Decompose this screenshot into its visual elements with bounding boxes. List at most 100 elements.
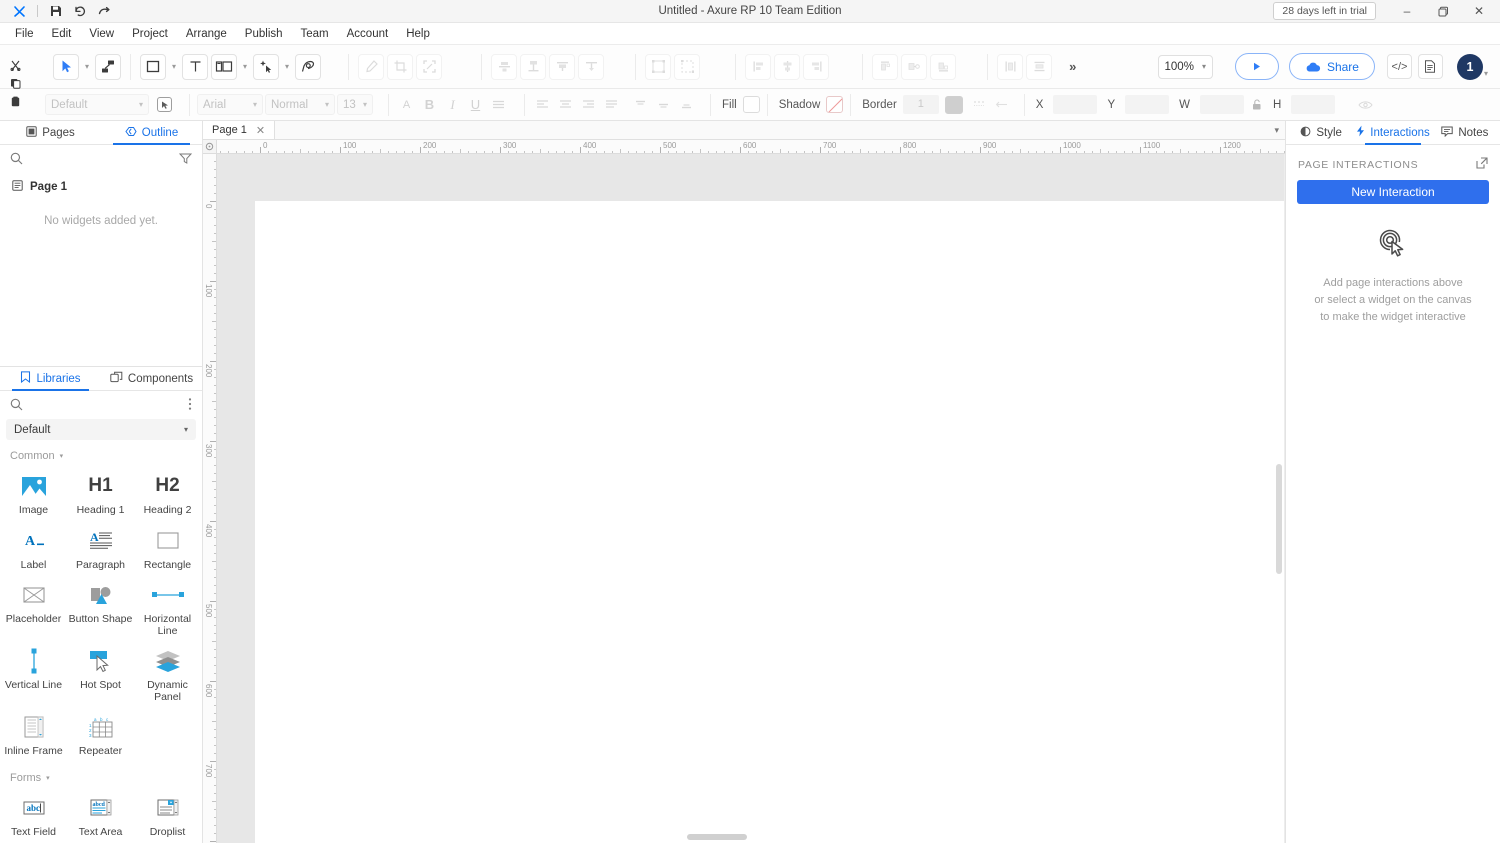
redo-icon[interactable] — [93, 2, 115, 21]
widget-paragraph[interactable]: A Paragraph — [67, 521, 134, 576]
frame-tool-caret[interactable]: ▾ — [240, 62, 250, 71]
page-surface[interactable] — [255, 201, 1285, 843]
menu-arrange[interactable]: Arrange — [177, 24, 236, 44]
fill-color-swatch[interactable] — [743, 96, 760, 113]
widget-text-field[interactable]: abc Text Field — [0, 788, 67, 843]
ruler-origin-icon[interactable] — [203, 140, 217, 154]
vertical-ruler[interactable]: 0100200300400500600700800 — [203, 154, 217, 843]
text-tool[interactable] — [182, 54, 208, 80]
font-weight-select[interactable]: Normal ▾ — [265, 94, 335, 115]
library-section-forms[interactable]: Forms ▾ — [0, 768, 202, 786]
share-button[interactable]: Share — [1289, 53, 1375, 80]
widget-placeholder[interactable]: Placeholder — [0, 575, 67, 641]
widget-label[interactable]: A Label — [0, 521, 67, 576]
minimize-button[interactable]: – — [1390, 0, 1424, 22]
widget-image[interactable]: Image — [0, 466, 67, 521]
widget-heading2[interactable]: H2 Heading 2 — [134, 466, 201, 521]
font-size-select[interactable]: 13 ▾ — [337, 94, 373, 115]
tab-pages[interactable]: Pages — [0, 121, 101, 144]
font-family-select[interactable]: Arial ▾ — [197, 94, 263, 115]
close-button[interactable]: ✕ — [1462, 0, 1496, 22]
border-width-input[interactable]: 1 — [903, 95, 939, 114]
border-color-swatch[interactable] — [945, 96, 963, 114]
horizontal-ruler[interactable]: 0100200300400500600700800900100011001200… — [217, 140, 1285, 154]
rectangle-shape-tool[interactable] — [140, 54, 166, 80]
cut-icon[interactable] — [8, 58, 22, 72]
widget-inline-frame[interactable]: Inline Frame — [0, 707, 67, 762]
select-tool[interactable] — [53, 54, 79, 80]
maximize-button[interactable] — [1426, 0, 1460, 22]
tab-libraries[interactable]: Libraries — [0, 367, 101, 390]
page-tab-page1[interactable]: Page 1 ✕ — [203, 121, 275, 139]
menu-publish[interactable]: Publish — [236, 24, 292, 44]
widget-repeater[interactable]: abc123 Repeater — [67, 707, 134, 762]
menu-file[interactable]: File — [6, 24, 43, 44]
tab-outline[interactable]: Outline — [101, 121, 202, 144]
tab-components[interactable]: Components — [101, 367, 202, 390]
y-input[interactable] — [1125, 95, 1169, 114]
menu-project[interactable]: Project — [123, 24, 177, 44]
menu-team[interactable]: Team — [292, 24, 338, 44]
frame-tool[interactable] — [211, 54, 237, 80]
h-input[interactable] — [1291, 95, 1335, 114]
widget-style-select[interactable]: Default ▾ — [45, 94, 149, 115]
w-input[interactable] — [1200, 95, 1244, 114]
connector-tool[interactable] — [95, 54, 121, 80]
tab-interactions[interactable]: Interactions — [1356, 121, 1429, 144]
tab-style[interactable]: Style — [1286, 121, 1356, 144]
inspect-code-button[interactable]: </> — [1387, 54, 1412, 79]
shape-tool-caret[interactable]: ▾ — [169, 62, 179, 71]
filter-icon[interactable] — [179, 152, 192, 165]
widget-droplist[interactable]: Droplist — [134, 788, 201, 843]
search-icon[interactable] — [10, 398, 23, 411]
library-widget-list[interactable]: Common ▾ Image H1 Heading 1 — [0, 440, 202, 843]
menu-view[interactable]: View — [80, 24, 123, 44]
close-icon[interactable]: ✕ — [256, 124, 265, 137]
undo-icon[interactable] — [69, 2, 91, 21]
shadow-swatch[interactable] — [826, 96, 843, 113]
external-link-icon[interactable] — [1476, 157, 1488, 172]
select-tool-caret[interactable]: ▾ — [82, 62, 92, 71]
ruler-minor-tick — [884, 151, 885, 153]
eye-icon[interactable] — [1355, 94, 1376, 115]
preview-button[interactable] — [1235, 53, 1279, 80]
pen-tool[interactable] — [295, 54, 321, 80]
widget-rectangle[interactable]: Rectangle — [134, 521, 201, 576]
menu-account[interactable]: Account — [338, 24, 398, 44]
more-vertical-icon[interactable] — [188, 397, 192, 411]
vertical-scrollbar-thumb[interactable] — [1276, 464, 1282, 574]
widget-heading1[interactable]: H1 Heading 1 — [67, 466, 134, 521]
outline-node-page1[interactable]: Page 1 — [0, 177, 202, 197]
library-select[interactable]: Default ▾ — [6, 419, 196, 440]
save-icon[interactable] — [45, 2, 67, 21]
widget-vertical-line[interactable]: Vertical Line — [0, 641, 67, 707]
widget-text-area[interactable]: abcd Text Area — [67, 788, 134, 843]
x-input[interactable] — [1053, 95, 1097, 114]
toolbar-overflow-button[interactable]: » — [1061, 59, 1084, 74]
search-icon[interactable] — [10, 152, 23, 165]
chevron-down-icon[interactable]: ▾ — [1274, 121, 1279, 139]
horizontal-scrollbar-thumb[interactable] — [687, 834, 747, 840]
widget-horizontal-line[interactable]: Horizontal Line — [134, 575, 201, 641]
zoom-level-selector[interactable]: 100% ▾ — [1158, 55, 1213, 79]
new-interaction-button[interactable]: New Interaction — [1297, 180, 1489, 204]
tab-notes[interactable]: Notes — [1430, 121, 1500, 144]
align-group — [735, 54, 838, 80]
canvas-viewport[interactable] — [217, 154, 1285, 843]
magic-tool-caret[interactable]: ▾ — [282, 62, 292, 71]
account-menu[interactable]: 1 ▾ — [1457, 54, 1488, 80]
widget-button-shape[interactable]: Button Shape — [67, 575, 134, 641]
style-picker-icon[interactable] — [157, 97, 172, 112]
widget-dynamic-panel[interactable]: Dynamic Panel — [134, 641, 201, 707]
document-icon[interactable] — [1418, 54, 1443, 79]
copy-icon[interactable] — [8, 76, 22, 90]
axure-logo-icon[interactable] — [8, 2, 30, 21]
menu-help[interactable]: Help — [397, 24, 439, 44]
menu-edit[interactable]: Edit — [43, 24, 81, 44]
magic-select-tool[interactable] — [253, 54, 279, 80]
widget-hot-spot[interactable]: Hot Spot — [67, 641, 134, 707]
trial-status-badge[interactable]: 28 days left in trial — [1273, 2, 1376, 20]
library-section-common[interactable]: Common ▾ — [0, 446, 202, 464]
unlock-icon[interactable] — [1250, 94, 1263, 115]
paste-icon[interactable] — [8, 94, 22, 108]
